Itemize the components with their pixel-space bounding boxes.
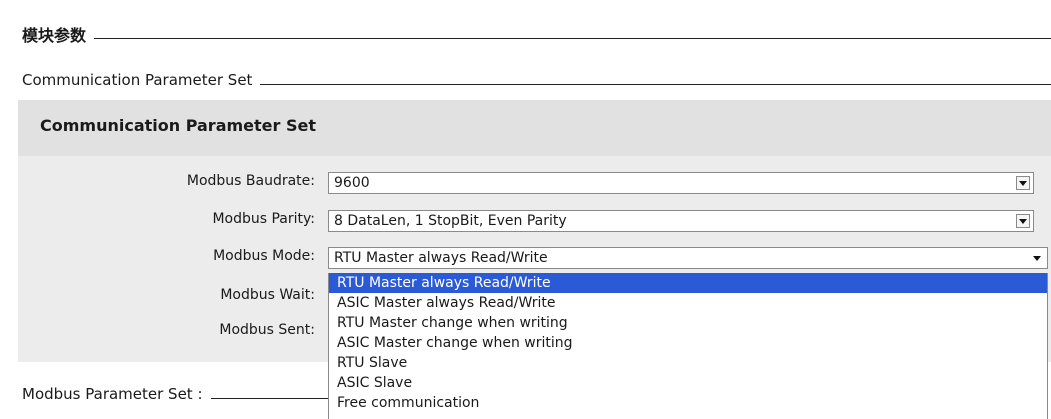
mode-option[interactable]: ASIC Master change when writing [329,333,1047,353]
chevron-down-icon[interactable] [1016,214,1030,228]
mode-dropdown-list[interactable]: RTU Master always Read/Write ASIC Master… [328,273,1048,419]
baudrate-select[interactable]: 9600 [328,172,1034,194]
mode-label: Modbus Mode: [213,248,315,264]
parity-select[interactable]: 8 DataLen, 1 StopBit, Even Parity [328,210,1034,232]
mode-select[interactable]: RTU Master always Read/Write [328,247,1048,269]
mode-option[interactable]: ASIC Master always Read/Write [329,293,1047,313]
header-divider [94,37,1051,39]
wait-label: Modbus Wait: [220,287,315,303]
mode-option[interactable]: RTU Slave [329,353,1047,373]
comm-param-set-title: Communication Parameter Set [22,71,253,89]
chevron-down-icon[interactable] [1030,251,1044,265]
sent-label: Modbus Sent: [219,322,315,338]
mode-option[interactable]: ASIC Slave [329,373,1047,393]
header-divider [260,83,1051,85]
baudrate-value: 9600 [334,175,370,191]
module-params-header: 模块参数 [22,20,1051,48]
panel-title: Communication Parameter Set [40,116,316,135]
mode-option[interactable]: Free communication [329,393,1047,413]
chevron-down-icon[interactable] [1016,176,1030,190]
mode-option[interactable]: RTU Master change when writing [329,313,1047,333]
comm-param-set-header: Communication Parameter Set [22,66,1051,94]
baudrate-label: Modbus Baudrate: [186,173,315,189]
mode-value: RTU Master always Read/Write [334,250,548,266]
mode-option[interactable]: RTU Master always Read/Write [329,273,1047,293]
parity-value: 8 DataLen, 1 StopBit, Even Parity [334,213,567,229]
parity-label: Modbus Parity: [212,211,315,227]
modbus-param-set-title: Modbus Parameter Set : [22,385,203,403]
module-params-title: 模块参数 [22,26,87,45]
